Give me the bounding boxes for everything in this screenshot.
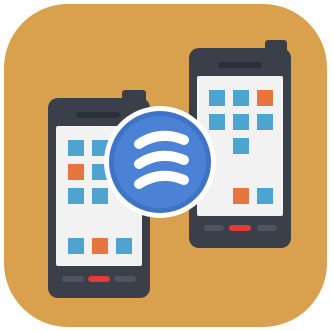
app-icon[interactable] (4, 4, 327, 327)
stacked-waves-logo (104, 106, 216, 218)
app-icon-art (4, 4, 327, 327)
